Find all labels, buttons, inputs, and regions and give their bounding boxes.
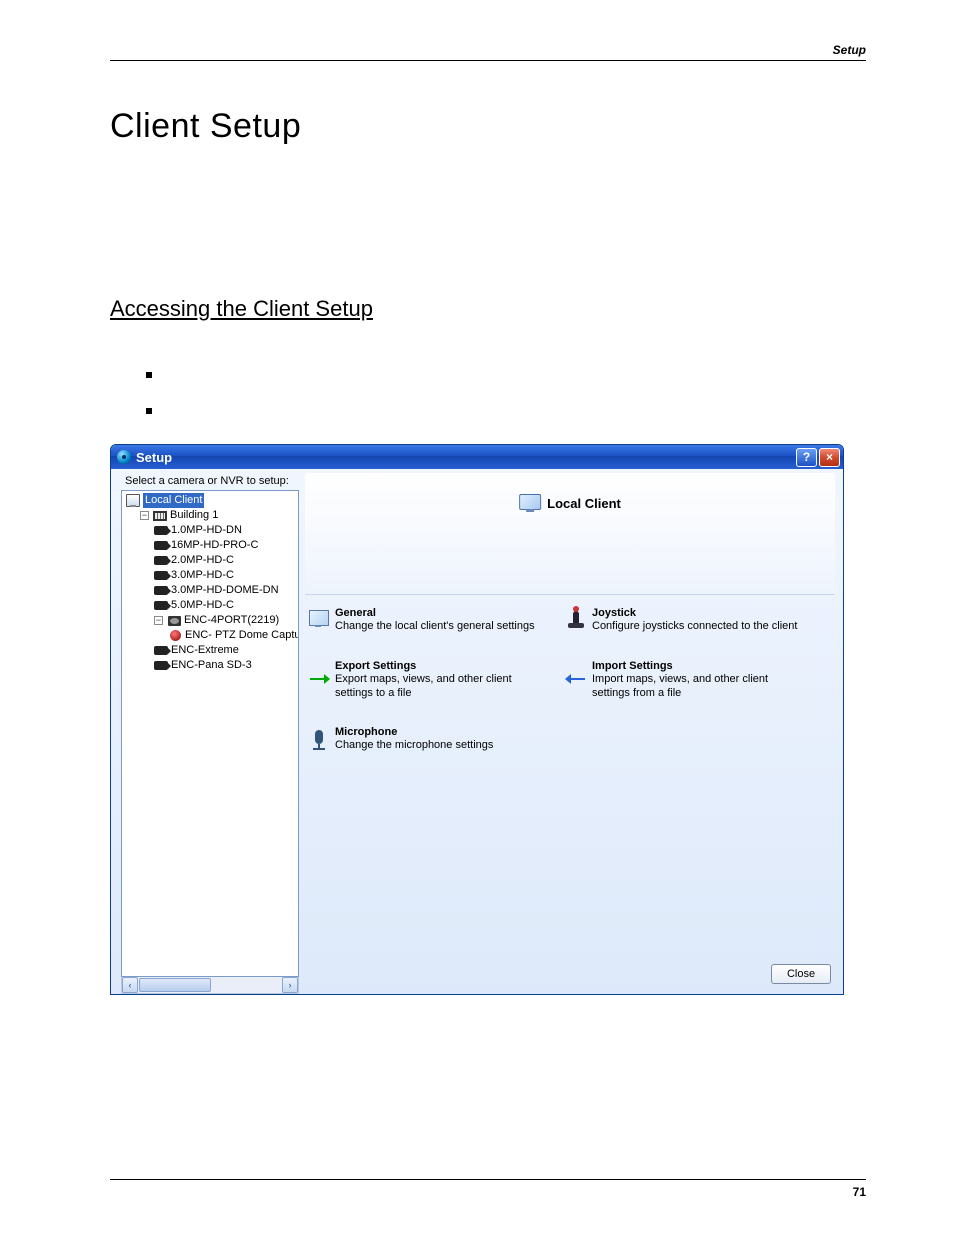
section-heading: Accessing the Client Setup: [110, 296, 866, 322]
monitor-icon: [126, 494, 140, 507]
option-desc: Change the microphone settings: [335, 739, 493, 753]
option-desc: Configure joysticks connected to the cli…: [592, 620, 797, 634]
tree-item-label: 5.0MP-HD-C: [171, 598, 234, 613]
local-client-icon: [519, 494, 541, 512]
option-general[interactable]: General Change the local client's genera…: [309, 607, 542, 634]
option-desc: Import maps, views, and other client set…: [592, 673, 799, 701]
tree-horizontal-scrollbar[interactable]: ‹ ›: [121, 977, 299, 994]
scroll-right-button[interactable]: ›: [282, 977, 298, 993]
close-button[interactable]: Close: [771, 964, 831, 984]
tree-item-label: 3.0MP-HD-DOME-DN: [171, 583, 279, 598]
tree-item-ptz[interactable]: ENC- PTZ Dome Captu: [168, 628, 298, 643]
camera-icon: [154, 556, 168, 565]
option-desc: Export maps, views, and other client set…: [335, 673, 542, 701]
tree-item-label: 16MP-HD-PRO-C: [171, 538, 258, 553]
joystick-icon: [573, 611, 579, 625]
tree-item-camera[interactable]: 1.0MP-HD-DN: [154, 523, 298, 538]
page-number: 71: [853, 1185, 866, 1199]
tree-item-camera[interactable]: ENC-Extreme: [154, 643, 298, 658]
page-title: Client Setup: [110, 107, 866, 146]
tree-item-camera[interactable]: ENC-Pana SD-3: [154, 658, 298, 673]
tree-item-camera[interactable]: 5.0MP-HD-C: [154, 598, 298, 613]
tree-item-label: Building 1: [170, 508, 218, 523]
help-button[interactable]: ?: [796, 448, 817, 467]
site-icon: [153, 511, 167, 521]
microphone-icon: [315, 730, 323, 744]
tree-site-building1[interactable]: − Building 1: [140, 508, 298, 523]
bullet-list: [146, 372, 866, 414]
scroll-track[interactable]: [139, 977, 281, 993]
camera-icon: [154, 601, 168, 610]
tree-pane: Select a camera or NVR to setup: Local C…: [111, 469, 305, 994]
tree-item-label: 3.0MP-HD-C: [171, 568, 234, 583]
nvr-icon: [168, 616, 181, 626]
option-microphone[interactable]: Microphone Change the microphone setting…: [309, 726, 542, 753]
option-title: Microphone: [335, 726, 493, 738]
bullet-icon: [146, 408, 152, 414]
option-title: General: [335, 607, 535, 619]
tree-item-nvr[interactable]: − ENC-4PORT(2219): [154, 613, 298, 628]
tree-item-camera[interactable]: 3.0MP-HD-DOME-DN: [154, 583, 298, 598]
export-icon: [310, 678, 328, 680]
option-desc: Change the local client's general settin…: [335, 620, 535, 634]
camera-icon: [154, 541, 168, 550]
tree-item-label: ENC-4PORT(2219): [184, 613, 279, 628]
option-import-settings[interactable]: Import Settings Import maps, views, and …: [566, 660, 799, 701]
ptz-icon: [170, 630, 181, 641]
bullet-icon: [146, 372, 152, 378]
import-icon: [567, 678, 585, 680]
scroll-left-button[interactable]: ‹: [122, 977, 138, 993]
content-header-title: Local Client: [547, 496, 621, 511]
option-title: Joystick: [592, 607, 797, 619]
camera-icon: [154, 586, 168, 595]
footer-rule: [110, 1179, 866, 1180]
tree-root-local-client[interactable]: Local Client: [126, 493, 298, 508]
app-icon: [117, 450, 131, 464]
general-icon: [309, 610, 329, 626]
option-title: Import Settings: [592, 660, 799, 672]
content-header: Local Client: [305, 473, 835, 595]
camera-icon: [154, 526, 168, 535]
tree-item-label: 1.0MP-HD-DN: [171, 523, 242, 538]
close-icon[interactable]: ×: [819, 448, 840, 467]
camera-icon: [154, 646, 168, 655]
tree-item-camera[interactable]: 2.0MP-HD-C: [154, 553, 298, 568]
option-joystick[interactable]: Joystick Configure joysticks connected t…: [566, 607, 799, 634]
collapse-icon[interactable]: −: [154, 616, 163, 625]
tree-item-label: ENC-Pana SD-3: [171, 658, 252, 673]
tree-caption: Select a camera or NVR to setup:: [125, 475, 305, 487]
option-title: Export Settings: [335, 660, 542, 672]
window-title: Setup: [136, 450, 172, 465]
tree-item-camera[interactable]: 3.0MP-HD-C: [154, 568, 298, 583]
camera-icon: [154, 661, 168, 670]
tree-item-label: ENC-Extreme: [171, 643, 239, 658]
tree-item-label: Local Client: [143, 493, 204, 508]
titlebar[interactable]: Setup ? ×: [111, 445, 843, 469]
tree-item-camera[interactable]: 16MP-HD-PRO-C: [154, 538, 298, 553]
setup-window: Setup ? × Select a camera or NVR to setu…: [110, 444, 844, 995]
camera-icon: [154, 571, 168, 580]
collapse-icon[interactable]: −: [140, 511, 149, 520]
scroll-thumb[interactable]: [139, 978, 211, 992]
content-pane: Local Client General Change the local cl…: [305, 469, 843, 994]
device-tree[interactable]: Local Client − Building 1: [121, 490, 299, 977]
option-export-settings[interactable]: Export Settings Export maps, views, and …: [309, 660, 542, 701]
tree-item-label: 2.0MP-HD-C: [171, 553, 234, 568]
header-category: Setup: [833, 43, 866, 57]
tree-item-label: ENC- PTZ Dome Captu: [185, 628, 299, 643]
